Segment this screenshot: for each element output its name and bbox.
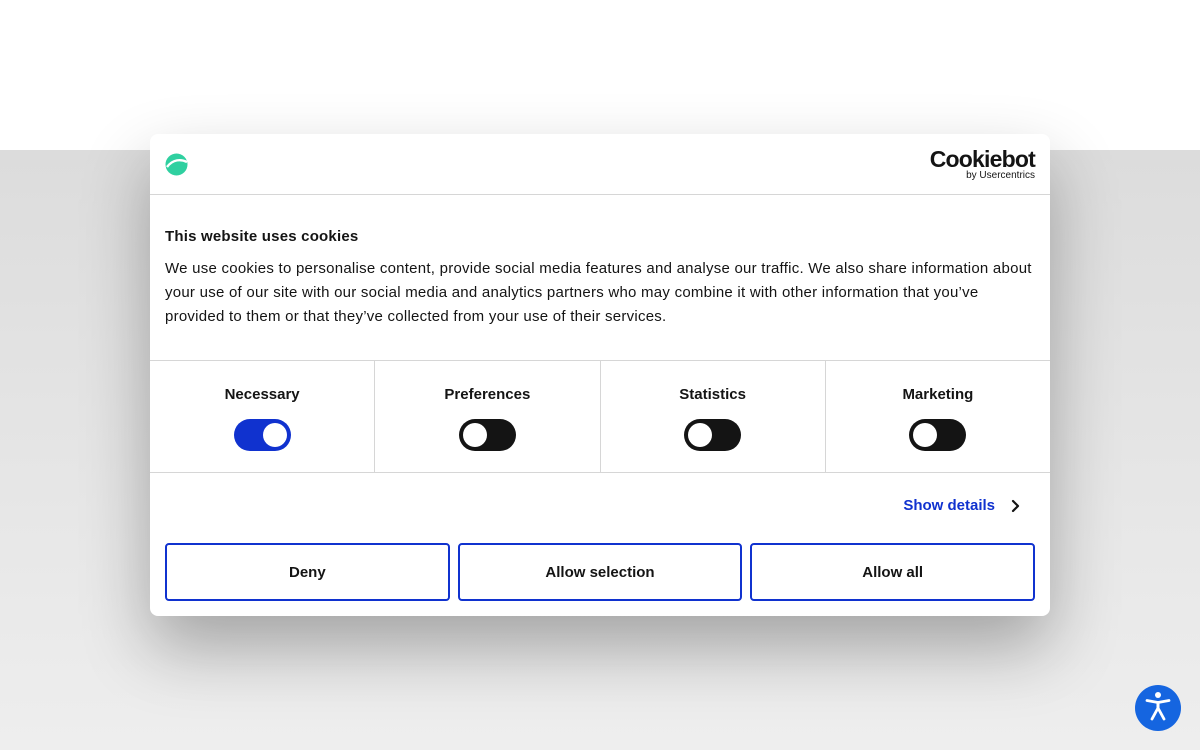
consent-label-statistics: Statistics (679, 386, 746, 403)
dialog-title: This website uses cookies (165, 228, 359, 245)
details-row: Show details (150, 473, 1050, 543)
show-details-link[interactable]: Show details (903, 497, 1022, 514)
consent-label-marketing: Marketing (902, 386, 974, 403)
cookiebot-logo-byline: by Usercentrics (966, 170, 1035, 181)
accessibility-person-icon (1144, 691, 1172, 726)
consent-category-marketing: Marketing (826, 361, 1050, 472)
consent-category-necessary: Necessary (150, 361, 376, 472)
consent-label-necessary: Necessary (224, 386, 300, 403)
dialog-description: We use cookies to personalise content, p… (165, 260, 1032, 325)
cookiebot-logo-name: Cookiebot (929, 146, 1036, 172)
allow-all-button[interactable]: Allow all (750, 543, 1036, 601)
consent-categories: Necessary Preferences Statistics Marketi… (150, 360, 1050, 473)
dialog-body: This website uses cookies We use cookies… (150, 195, 1050, 360)
consent-category-preferences: Preferences (375, 361, 601, 472)
toggle-knob (688, 423, 713, 447)
action-buttons: Deny Allow selection Allow all (150, 543, 1050, 601)
toggle-statistics[interactable] (684, 419, 742, 451)
consent-category-statistics: Statistics (601, 361, 826, 472)
cookiebot-logo[interactable]: Cookiebot by Usercentrics (929, 146, 1036, 181)
accessibility-button[interactable] (1135, 685, 1181, 731)
toggle-preferences[interactable] (458, 419, 516, 451)
deny-button[interactable]: Deny (165, 543, 450, 601)
allow-selection-button[interactable]: Allow selection (457, 543, 743, 601)
show-details-label: Show details (903, 497, 995, 514)
cookiebot-leaf-icon (165, 153, 188, 176)
consent-label-preferences: Preferences (444, 386, 531, 403)
dialog-header: Cookiebot by Usercentrics (150, 134, 1050, 195)
page-header-area (0, 0, 1200, 150)
cookie-consent-dialog: Cookiebot by Usercentrics This website u… (150, 134, 1050, 616)
toggle-knob (913, 423, 938, 447)
chevron-right-icon (1010, 499, 1022, 513)
toggle-knob (262, 423, 287, 447)
toggle-knob (462, 423, 487, 447)
toggle-necessary[interactable] (233, 419, 291, 451)
toggle-marketing[interactable] (909, 419, 967, 451)
